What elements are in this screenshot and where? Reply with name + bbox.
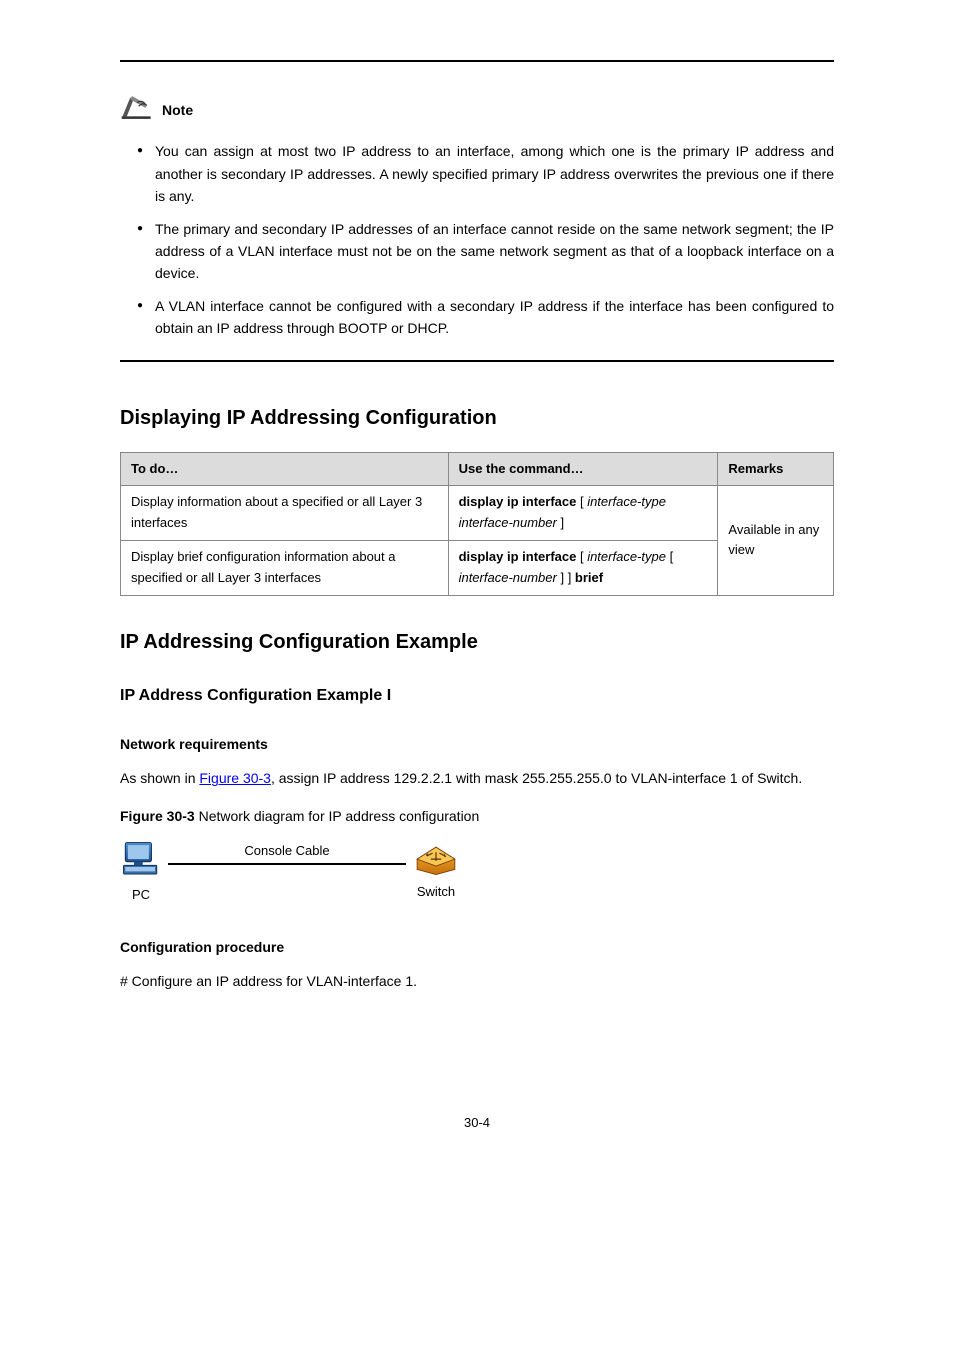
network-req-heading: Network requirements bbox=[120, 733, 834, 755]
col-cmd: Use the command… bbox=[448, 452, 718, 486]
note-header: Note bbox=[120, 92, 834, 128]
cable-label: Console Cable bbox=[244, 841, 329, 862]
network-req-text: As shown in Figure 30-3, assign IP addre… bbox=[120, 767, 834, 789]
config-step: # Configure an IP address for VLAN-inter… bbox=[120, 970, 834, 992]
example-sub1: IP Address Configuration Example I bbox=[120, 683, 834, 709]
page-number: 30-4 bbox=[120, 1113, 834, 1134]
display-heading: Displaying IP Addressing Configuration bbox=[120, 402, 834, 434]
note-section: Note You can assign at most two IP addre… bbox=[120, 92, 834, 340]
switch-label: Switch bbox=[417, 882, 455, 903]
net-req-suffix: , assign IP address 129.2.2.1 with mask … bbox=[271, 770, 802, 786]
cell-remarks: Available in any view bbox=[718, 486, 834, 595]
pc-label: PC bbox=[132, 885, 150, 906]
note-bullet: You can assign at most two IP address to… bbox=[155, 140, 834, 207]
col-todo: To do… bbox=[121, 452, 449, 486]
figure-link[interactable]: Figure 30-3 bbox=[199, 770, 271, 786]
switch-group: Switch bbox=[412, 842, 460, 903]
config-proc-heading: Configuration procedure bbox=[120, 936, 834, 958]
note-bullet: The primary and secondary IP addresses o… bbox=[155, 218, 834, 285]
table-header-row: To do… Use the command… Remarks bbox=[121, 452, 834, 486]
figure-caption-num: Figure 30-3 bbox=[120, 808, 195, 824]
note-icon bbox=[120, 92, 154, 128]
pc-icon bbox=[120, 839, 162, 881]
cell-cmd: display ip interface [ interface-type in… bbox=[448, 486, 718, 541]
note-bullet: A VLAN interface cannot be configured wi… bbox=[155, 295, 834, 340]
config-table: To do… Use the command… Remarks Display … bbox=[120, 452, 834, 596]
pc-group: PC bbox=[120, 839, 162, 906]
top-rule bbox=[120, 60, 834, 62]
console-cable: Console Cable bbox=[168, 863, 406, 865]
figure-caption: Figure 30-3 Network diagram for IP addre… bbox=[120, 805, 834, 827]
cell-todo: Display brief configuration information … bbox=[121, 540, 449, 595]
switch-icon bbox=[412, 842, 460, 878]
example-heading: IP Addressing Configuration Example bbox=[120, 626, 834, 658]
note-title: Note bbox=[162, 99, 193, 121]
col-remarks: Remarks bbox=[718, 452, 834, 486]
net-req-prefix: As shown in bbox=[120, 770, 199, 786]
figure-caption-rest: Network diagram for IP address configura… bbox=[195, 808, 480, 824]
cell-todo: Display information about a specified or… bbox=[121, 486, 449, 541]
note-bottom-rule bbox=[120, 360, 834, 362]
note-bullets: You can assign at most two IP address to… bbox=[120, 140, 834, 339]
cell-cmd: display ip interface [ interface-type [ … bbox=[448, 540, 718, 595]
network-diagram: PC Console Cable Switch bbox=[120, 839, 460, 906]
table-row: Display information about a specified or… bbox=[121, 486, 834, 541]
